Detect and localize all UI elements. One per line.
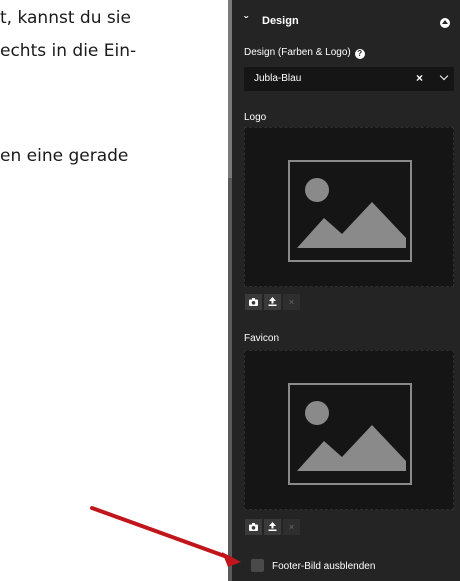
- annotation-arrow: [90, 506, 241, 567]
